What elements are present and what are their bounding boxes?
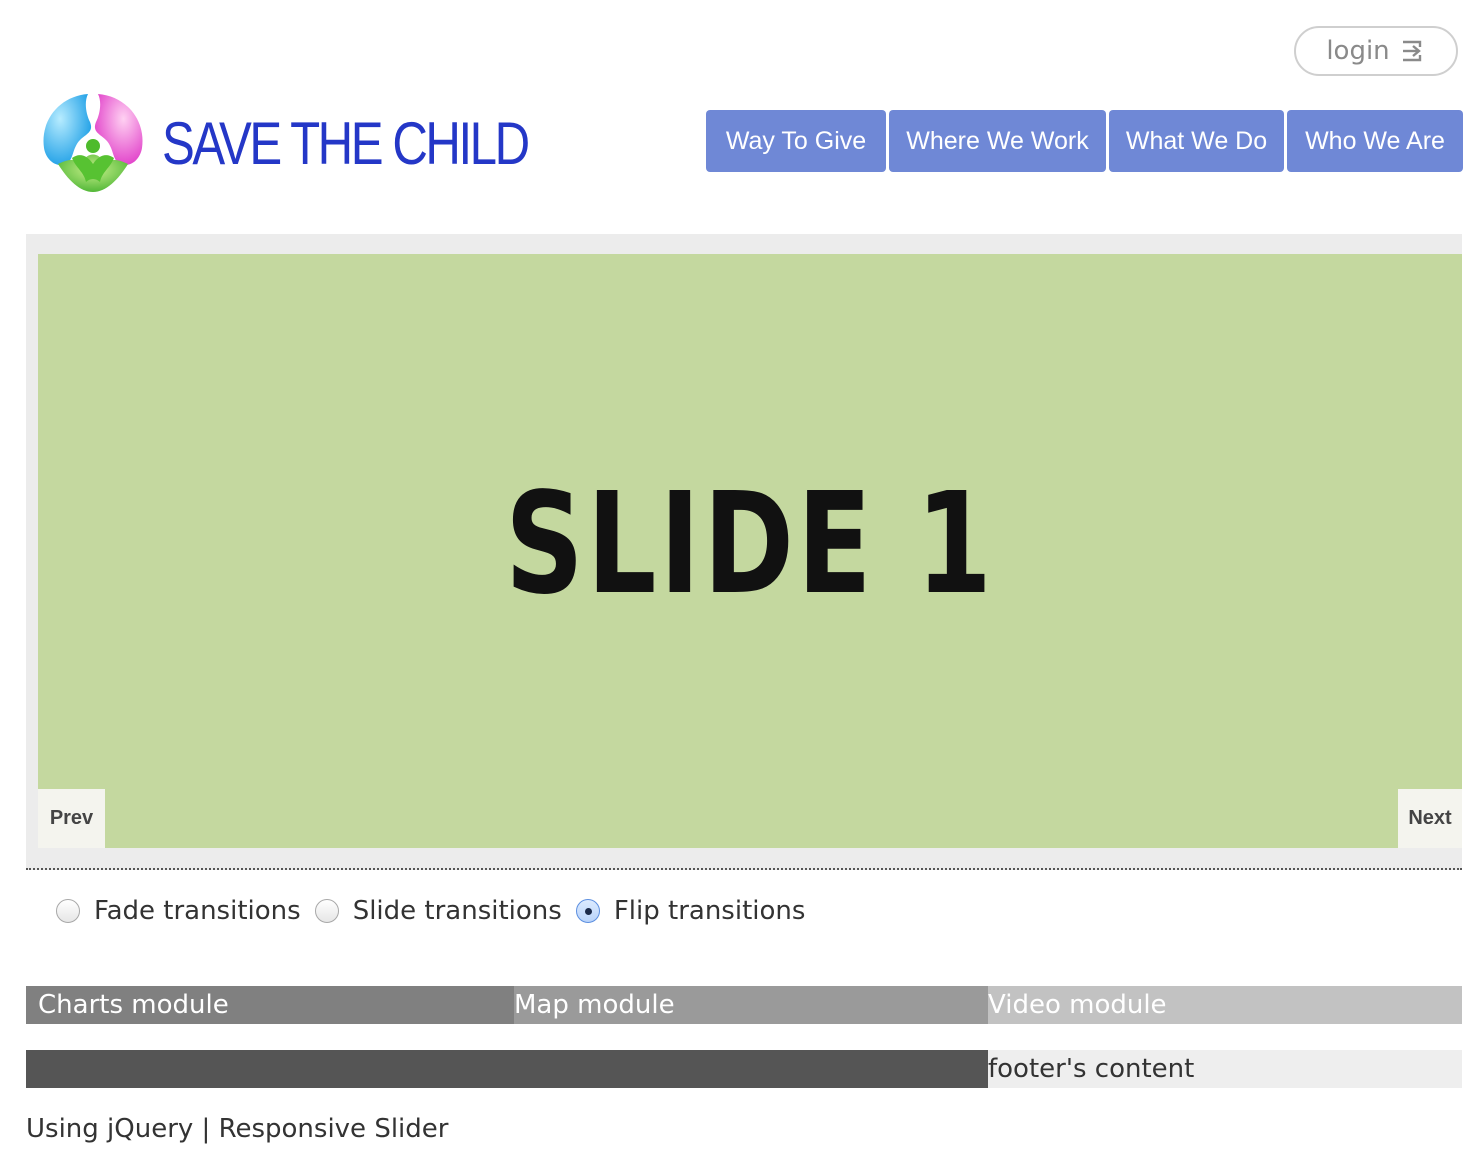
slide-title: SLIDE 1 xyxy=(505,462,995,626)
login-button[interactable]: login xyxy=(1294,26,1458,76)
next-button[interactable]: Next xyxy=(1398,789,1462,848)
map-module: Map module xyxy=(514,986,988,1024)
footer-content: footer's content xyxy=(988,1050,1462,1088)
nav-where-we-work[interactable]: Where We Work xyxy=(889,110,1106,172)
nav-way-to-give[interactable]: Way To Give xyxy=(706,110,886,172)
transition-options: Fade transitions Slide transitions Flip … xyxy=(56,896,819,926)
nav-what-we-do[interactable]: What We Do xyxy=(1109,110,1284,172)
main-nav: Way To Give Where We Work What We Do Who… xyxy=(706,110,1463,172)
slide-current: SLIDE 1 xyxy=(38,254,1462,848)
flip-transition-option[interactable]: Flip transitions xyxy=(575,896,806,926)
flip-radio[interactable] xyxy=(575,899,600,923)
video-module: Video module xyxy=(988,986,1462,1024)
slide-radio[interactable] xyxy=(314,899,339,923)
charts-module: Charts module xyxy=(26,986,514,1024)
fade-radio[interactable] xyxy=(56,899,80,923)
footer: footer's content xyxy=(26,1050,1462,1088)
prev-button[interactable]: Prev xyxy=(38,789,105,848)
modules-bar: Charts module Map module Video module xyxy=(26,986,1462,1024)
fade-transition-option[interactable]: Fade transitions xyxy=(56,896,301,926)
fade-label: Fade transitions xyxy=(94,896,301,926)
flip-label: Flip transitions xyxy=(613,896,806,926)
slide-label: Slide transitions xyxy=(352,896,562,926)
site-logo[interactable]: SAVE THE CHILD xyxy=(38,88,608,198)
slide-transition-option[interactable]: Slide transitions xyxy=(314,896,562,926)
sign-in-icon xyxy=(1400,39,1426,63)
logo-mark-icon xyxy=(43,94,143,192)
slider: SLIDE 1 Prev Next xyxy=(26,234,1462,870)
footer-dark-block xyxy=(26,1050,988,1088)
logo-text: SAVE THE CHILD xyxy=(162,109,530,177)
nav-who-we-are[interactable]: Who We Are xyxy=(1287,110,1463,172)
login-label: login xyxy=(1326,36,1390,66)
credits-text: Using jQuery | Responsive Slider xyxy=(26,1114,449,1144)
